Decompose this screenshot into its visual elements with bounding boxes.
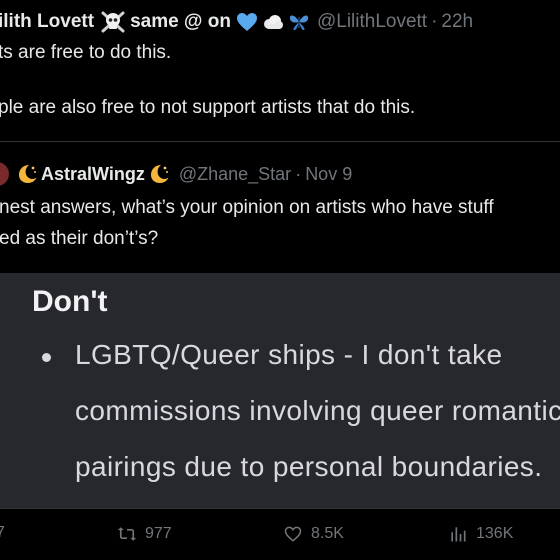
tweet-screenshot: ilith Lovett same @ on @LilithLovett · 2… [0, 0, 560, 560]
cloud-icon [261, 10, 285, 34]
like-button[interactable]: 8.5K [283, 524, 344, 544]
bar-chart-icon [451, 527, 466, 542]
blue-heart-icon [235, 10, 259, 34]
tweet-action-bar: 7 977 8.5K 136K [0, 518, 560, 554]
avatar[interactable] [0, 162, 9, 186]
quoted-author-handle[interactable]: @Zhane_Star [179, 164, 291, 185]
tweet-timestamp[interactable]: 22h [441, 11, 473, 33]
heart-outline-icon [284, 526, 302, 542]
reply-count: 7 [0, 524, 5, 541]
quoted-body-line-2: ed as their don’t’s? [0, 228, 159, 249]
author-handle[interactable]: @LilithLovett [317, 11, 427, 33]
separator-dot: · [295, 163, 302, 184]
like-count: 8.5K [311, 525, 344, 542]
tweet-body-line-2: ple are also free to not support artists… [0, 97, 416, 118]
retweet-count: 977 [145, 525, 172, 542]
butterfly-icon [287, 10, 311, 34]
author-name-suffix[interactable]: same @ on [130, 11, 231, 33]
bullet-point [42, 353, 51, 362]
image-text-line-1: LGBTQ/Queer ships - I don't take [75, 339, 503, 370]
quoted-tweet-card[interactable]: AstralWingz @Zhane_Star · Nov 9 nest ans… [0, 141, 560, 509]
quoted-tweet-header: AstralWingz @Zhane_Star · Nov 9 [0, 160, 352, 188]
reply-button[interactable]: 7 [0, 524, 5, 542]
view-count: 136K [476, 525, 514, 542]
skull-crossbones-icon [100, 10, 126, 34]
moon-icon [15, 162, 39, 186]
retweet-icon [117, 527, 137, 541]
tweet-body-line-1: ts are free to do this. [0, 42, 172, 63]
quoted-body-line-1: nest answers, what’s your opinion on art… [0, 197, 494, 218]
image-text-line-2: commissions involving queer romantic [75, 395, 560, 426]
image-heading: Don't [32, 285, 108, 318]
views-button[interactable]: 136K [448, 524, 513, 544]
moon-icon [147, 162, 171, 186]
author-display-name[interactable]: ilith Lovett [0, 11, 94, 33]
tweet-header: ilith Lovett same @ on @LilithLovett · 2… [0, 8, 473, 36]
image-text-line-3: pairings due to personal boundaries. [75, 451, 543, 482]
quoted-tweet-image[interactable]: Don't LGBTQ/Queer ships - I don't take c… [0, 273, 560, 508]
separator-dot: · [431, 11, 438, 32]
quoted-tweet-date[interactable]: Nov 9 [305, 164, 352, 185]
retweet-button[interactable]: 977 [117, 524, 172, 544]
quoted-author-name[interactable]: AstralWingz [41, 164, 145, 185]
